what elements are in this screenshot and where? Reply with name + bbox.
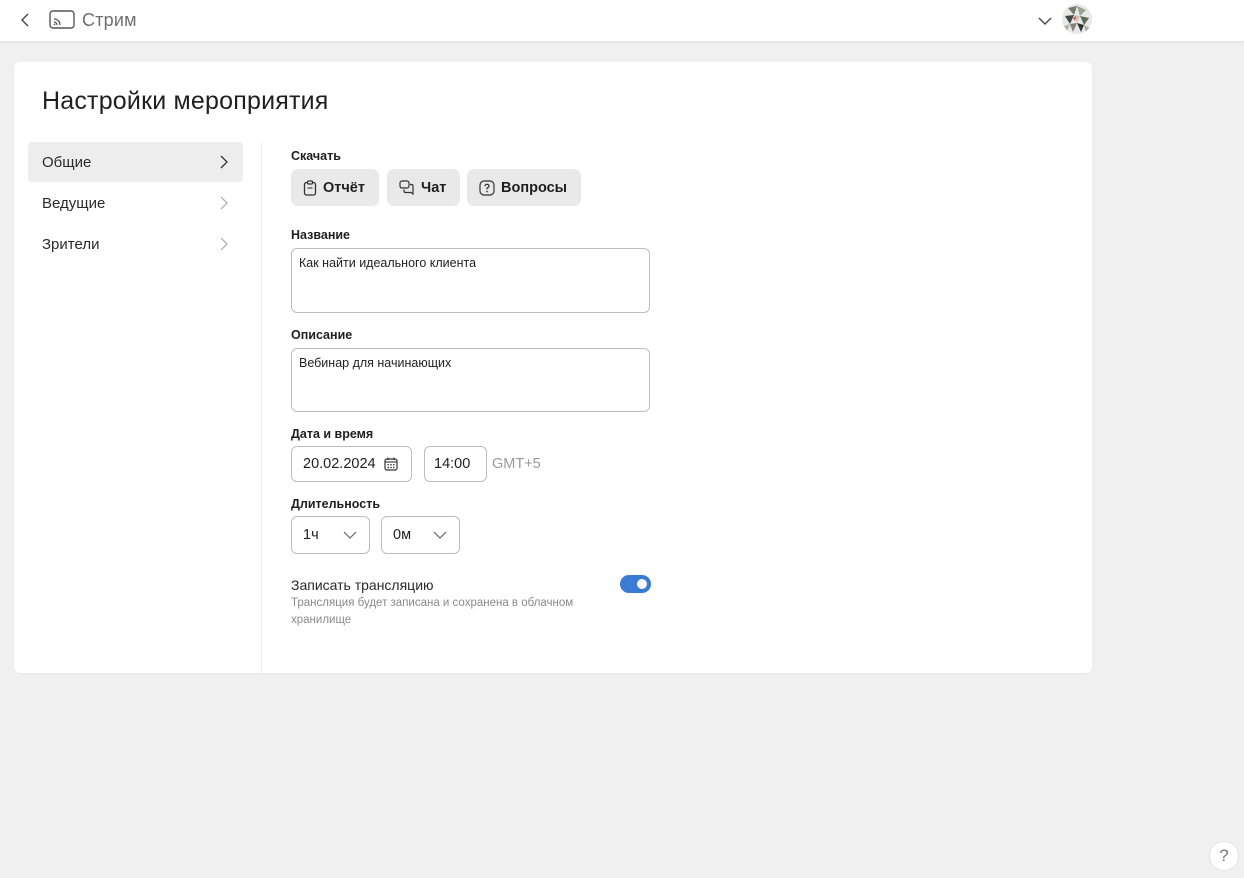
download-label: Скачать [291,149,341,163]
chevron-right-icon [220,237,228,251]
description-field[interactable] [291,348,650,412]
download-chat-button[interactable]: Чат [387,169,461,206]
app-title: Стрим [82,10,137,30]
sidebar-item-hosts[interactable]: Ведущие [28,183,243,223]
avatar-image [1062,4,1092,34]
question-icon [479,179,495,196]
chevron-right-icon [220,196,228,210]
page-title: Настройки мероприятия [42,87,329,115]
avatar[interactable] [1062,4,1092,34]
sidebar-item-general[interactable]: Общие [28,142,243,182]
duration-minutes-select[interactable]: 0м [381,516,460,554]
date-picker[interactable]: 20.02.2024 [291,446,412,482]
user-menu-toggle[interactable] [1036,13,1054,29]
help-button[interactable]: ? [1209,841,1239,871]
duration-label: Длительность [291,497,381,511]
download-questions-button[interactable]: Вопросы [467,169,582,206]
datetime-label: Дата и время [291,427,374,441]
settings-sidenav: Общие Ведущие Зрители [28,142,243,265]
toggle-knob [637,579,647,589]
duration-minutes-value: 0м [393,527,412,543]
name-field[interactable] [291,248,650,313]
date-value: 20.02.2024 [303,456,376,472]
sidebar-item-label: Зрители [42,235,100,253]
duration-hours-select[interactable]: 1ч [291,516,370,554]
back-button[interactable] [14,9,36,31]
cast-icon [49,10,75,29]
chevron-down-icon [1038,17,1052,25]
download-chat-label: Чат [421,179,447,196]
record-stream-title: Записать трансляцию [291,577,434,593]
event-settings-card: Настройки мероприятия Общие Ведущие Зрит… [14,62,1092,673]
time-input[interactable]: 14:00 [424,446,487,482]
download-report-button[interactable]: Отчёт [291,169,379,206]
calendar-icon [383,457,398,471]
time-value: 14:00 [434,456,471,472]
sidebar-item-label: Общие [42,153,92,171]
chevron-left-icon [21,13,29,27]
duration-hours-value: 1ч [303,527,319,543]
chevron-right-icon [220,155,228,169]
sidebar-item-label: Ведущие [42,194,106,212]
vertical-divider [261,142,262,673]
timezone-label: GMT+5 [492,456,541,472]
record-stream-toggle[interactable] [620,575,651,593]
download-questions-label: Вопросы [501,179,568,196]
record-stream-description: Трансляция будет записана и сохранена в … [291,597,574,626]
chevron-down-icon [343,531,357,539]
description-label: Описание [291,328,353,342]
download-report-label: Отчёт [323,179,365,196]
top-bar: Стрим [0,0,1244,42]
chat-icon [399,180,414,195]
clipboard-icon [303,179,317,196]
name-label: Название [291,228,351,242]
chevron-down-icon [433,531,447,539]
sidebar-item-viewers[interactable]: Зрители [28,224,243,264]
